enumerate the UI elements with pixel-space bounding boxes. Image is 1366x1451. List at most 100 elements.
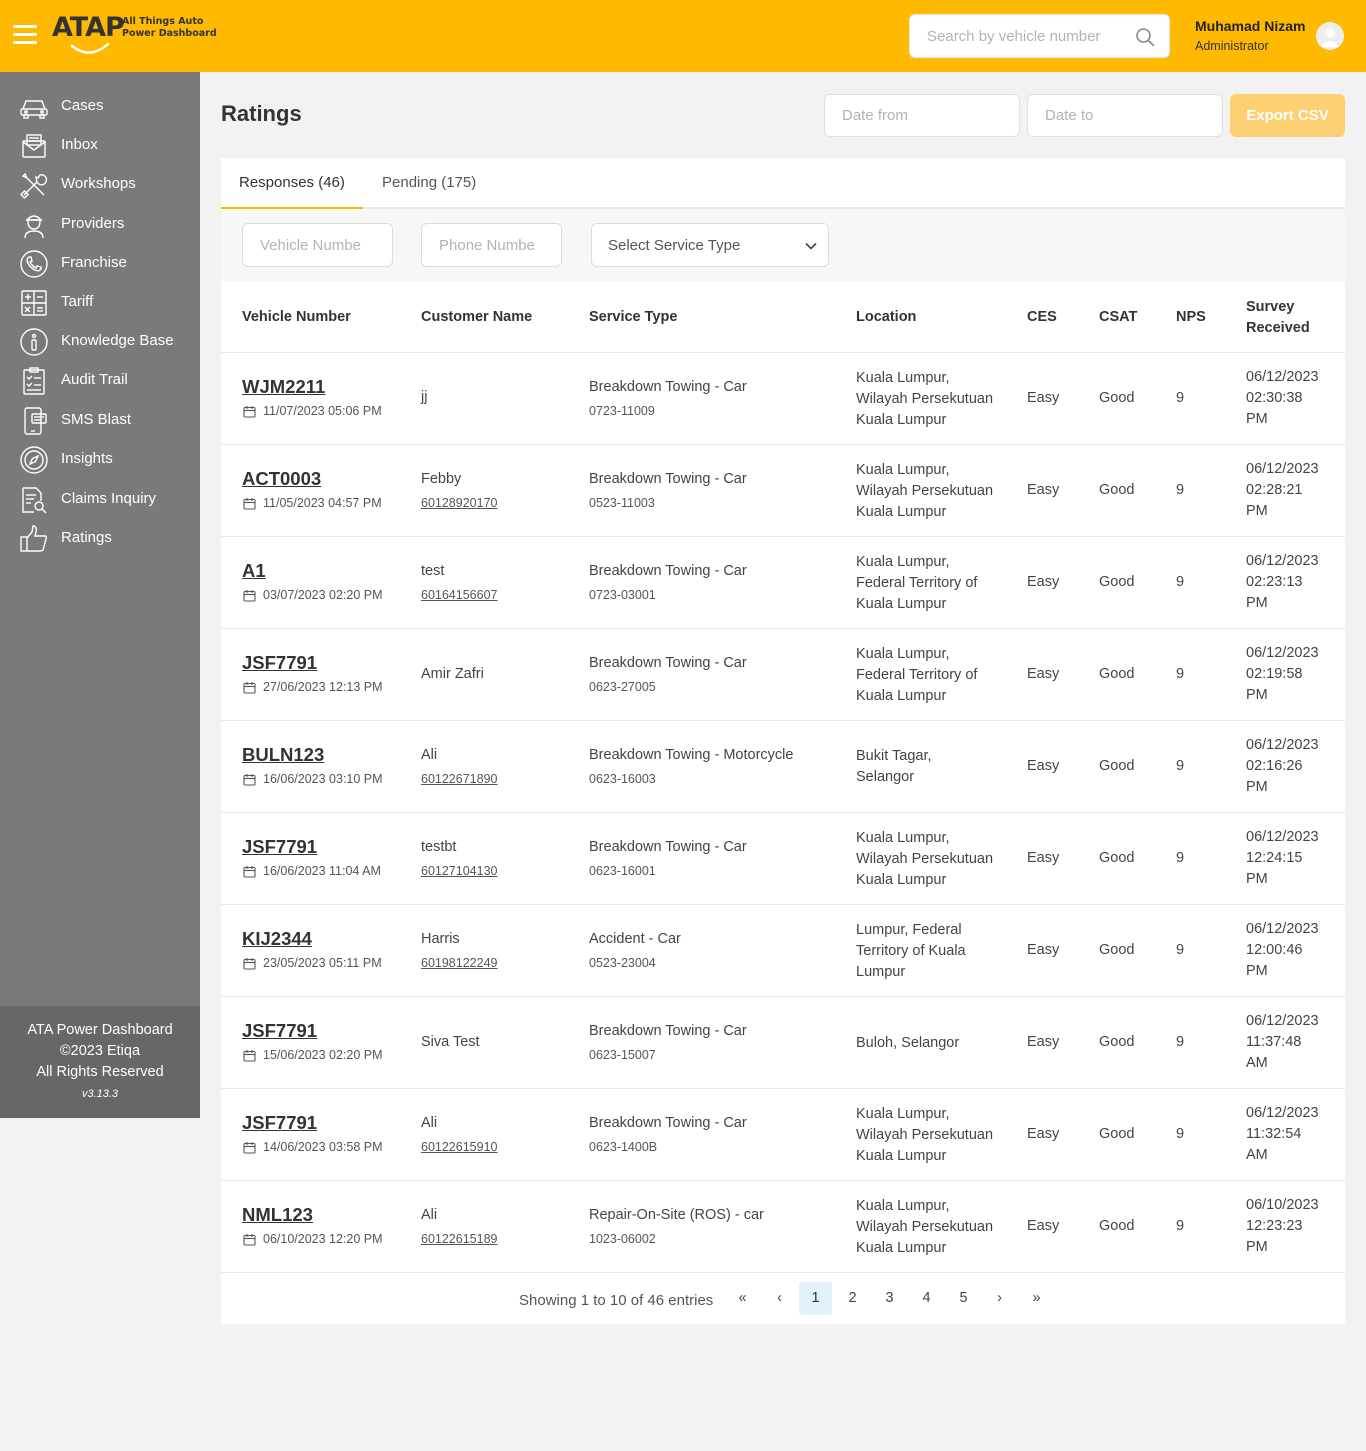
page-button-4[interactable]: 4: [910, 1282, 943, 1315]
tab-pending[interactable]: Pending (175): [382, 158, 476, 209]
column-header-survey-received[interactable]: Survey Received: [1246, 297, 1310, 339]
case-number: 0623-16003: [589, 772, 656, 786]
export-csv-button[interactable]: Export CSV: [1230, 94, 1345, 137]
vehicle-number-link[interactable]: JSF7791: [242, 836, 317, 858]
vehicle-number-link[interactable]: A1: [242, 560, 266, 582]
location-line: Kuala Lumpur,: [856, 370, 950, 386]
sidebar-item-audit-trail[interactable]: Audit Trail: [0, 362, 200, 398]
column-header-vehicle[interactable]: Vehicle Number: [242, 307, 351, 328]
service-type-select[interactable]: Select Service Type: [591, 223, 829, 267]
survey-received-line: 06/12/2023: [1246, 737, 1319, 753]
service-type: Breakdown Towing - Car: [589, 1115, 747, 1131]
survey-received-line: PM: [1246, 779, 1268, 795]
tab-responses[interactable]: Responses (46): [221, 158, 363, 209]
first-page-button[interactable]: «: [726, 1282, 759, 1315]
survey-received-line: PM: [1246, 1239, 1268, 1255]
prev-page-button[interactable]: ‹: [763, 1282, 796, 1315]
customer-phone-link[interactable]: 60122615189: [421, 1231, 497, 1247]
table-row[interactable]: BULN123 16/06/2023 03:10 PM Ali 60122671890…: [221, 721, 1345, 813]
calculator-icon: [21, 290, 47, 316]
sidebar-item-providers[interactable]: Providers: [0, 206, 200, 242]
customer-phone-link[interactable]: 60122615910: [421, 1139, 497, 1155]
sidebar-item-workshops[interactable]: Workshops: [0, 166, 200, 202]
calendar-icon: [243, 589, 256, 602]
customer-phone-link[interactable]: 60198122249: [421, 955, 497, 971]
customer-phone-link[interactable]: 60164156607: [421, 587, 497, 603]
survey-received-line: 12:00:46: [1246, 942, 1303, 958]
vehicle-number-link[interactable]: WJM2211: [242, 376, 325, 398]
case-date: 06/10/2023 12:20 PM: [263, 1232, 383, 1246]
table-row[interactable]: JSF7791 16/06/2023 11:04 AM testbt 60127104…: [221, 813, 1345, 905]
table-row[interactable]: KIJ2344 23/05/2023 05:11 PM Harris 60198122…: [221, 905, 1345, 997]
location-line: Lumpur, Federal: [856, 922, 962, 938]
date-from-input[interactable]: [824, 94, 1020, 137]
vehicle-number-link[interactable]: JSF7791: [242, 652, 317, 674]
calendar-icon: [243, 1141, 256, 1154]
survey-received-line: 02:23:13: [1246, 574, 1303, 590]
sidebar-item-tariff[interactable]: Tariff: [0, 284, 200, 320]
vehicle-search-input[interactable]: [910, 15, 1130, 57]
sidebar-item-inbox[interactable]: Inbox: [0, 127, 200, 163]
vehicle-number-link[interactable]: KIJ2344: [242, 928, 312, 950]
column-header-location[interactable]: Location: [856, 307, 916, 328]
sidebar-item-franchise[interactable]: Franchise: [0, 245, 200, 281]
customer-phone-link[interactable]: 60127104130: [421, 863, 497, 879]
survey-received-line: 12:23:23: [1246, 1218, 1303, 1234]
sidebar-item-claims-inquiry[interactable]: Claims Inquiry: [0, 481, 200, 517]
customer-phone-link[interactable]: 60122671890: [421, 771, 497, 787]
vehicle-number-link[interactable]: JSF7791: [242, 1112, 317, 1134]
survey-received-line: 02:16:26: [1246, 758, 1303, 774]
table-row[interactable]: JSF7791 15/06/2023 02:20 PM Siva Test Break…: [221, 997, 1345, 1089]
page-button-2[interactable]: 2: [836, 1282, 869, 1315]
sidebar-item-label: Providers: [61, 215, 125, 232]
case-date: 23/05/2023 05:11 PM: [263, 956, 382, 970]
column-header-ces[interactable]: CES: [1027, 307, 1057, 328]
date-to-input[interactable]: [1027, 94, 1223, 137]
vehicle-number-link[interactable]: ACT0003: [242, 468, 321, 490]
page-button-5[interactable]: 5: [947, 1282, 980, 1315]
search-icon[interactable]: [1135, 27, 1155, 47]
case-date: 16/06/2023 11:04 AM: [263, 864, 381, 878]
avatar[interactable]: [1316, 22, 1344, 50]
service-type: Repair-On-Site (ROS) - car: [589, 1207, 764, 1223]
ces-value: Easy: [1027, 1126, 1060, 1142]
next-page-button[interactable]: ›: [983, 1282, 1016, 1315]
sidebar-item-insights[interactable]: Insights: [0, 441, 200, 477]
vehicle-number-filter[interactable]: [242, 223, 393, 267]
sidebar-item-ratings[interactable]: Ratings: [0, 520, 200, 556]
column-header-survey-line2: Received: [1246, 320, 1310, 336]
ces-value: Easy: [1027, 482, 1060, 498]
user-name: Muhamad Nizam: [1195, 18, 1306, 34]
table-row[interactable]: JSF7791 14/06/2023 03:58 PM Ali 60122615910…: [221, 1089, 1345, 1181]
sidebar-item-cases[interactable]: Cases: [0, 88, 200, 124]
table-row[interactable]: WJM2211 11/07/2023 05:06 PM jj Breakdown To…: [221, 353, 1345, 445]
location-line: Kuala Lumpur,: [856, 462, 950, 478]
table-row[interactable]: ACT0003 11/05/2023 04:57 PM Febby 601289201…: [221, 445, 1345, 537]
page-button-3[interactable]: 3: [873, 1282, 906, 1315]
sidebar-item-knowledge-base[interactable]: Knowledge Base: [0, 323, 200, 359]
customer-phone-link[interactable]: 60128920170: [421, 495, 497, 511]
column-header-customer[interactable]: Customer Name: [421, 307, 532, 328]
table-row[interactable]: NML123 06/10/2023 12:20 PM Ali 60122615189 R…: [221, 1181, 1345, 1273]
brand-subtitle: All Things Auto Power Dashboard: [122, 16, 217, 40]
vehicle-number-link[interactable]: JSF7791: [242, 1020, 317, 1042]
table-row[interactable]: A1 03/07/2023 02:20 PM test 60164156607 Brea…: [221, 537, 1345, 629]
survey-received-line: 06/12/2023: [1246, 645, 1319, 661]
last-page-button[interactable]: »: [1020, 1282, 1053, 1315]
menu-icon[interactable]: [13, 25, 37, 45]
column-header-nps[interactable]: NPS: [1176, 307, 1206, 328]
page-button-1[interactable]: 1: [799, 1282, 832, 1315]
calendar-icon: [243, 773, 256, 786]
service-type: Breakdown Towing - Car: [589, 379, 747, 395]
column-header-csat[interactable]: CSAT: [1099, 307, 1137, 328]
table-row[interactable]: JSF7791 27/06/2023 12:13 PM Amir Zafri Brea…: [221, 629, 1345, 721]
vehicle-number-link[interactable]: NML123: [242, 1204, 313, 1226]
user-role: Administrator: [1195, 39, 1269, 53]
phone-number-filter[interactable]: [421, 223, 562, 267]
case-number: 0523-11003: [589, 496, 655, 510]
survey-received-line: AM: [1246, 1147, 1268, 1163]
column-header-service[interactable]: Service Type: [589, 307, 677, 328]
ces-value: Easy: [1027, 390, 1060, 406]
vehicle-number-link[interactable]: BULN123: [242, 744, 324, 766]
sidebar-item-sms-blast[interactable]: SMS Blast: [0, 402, 200, 438]
